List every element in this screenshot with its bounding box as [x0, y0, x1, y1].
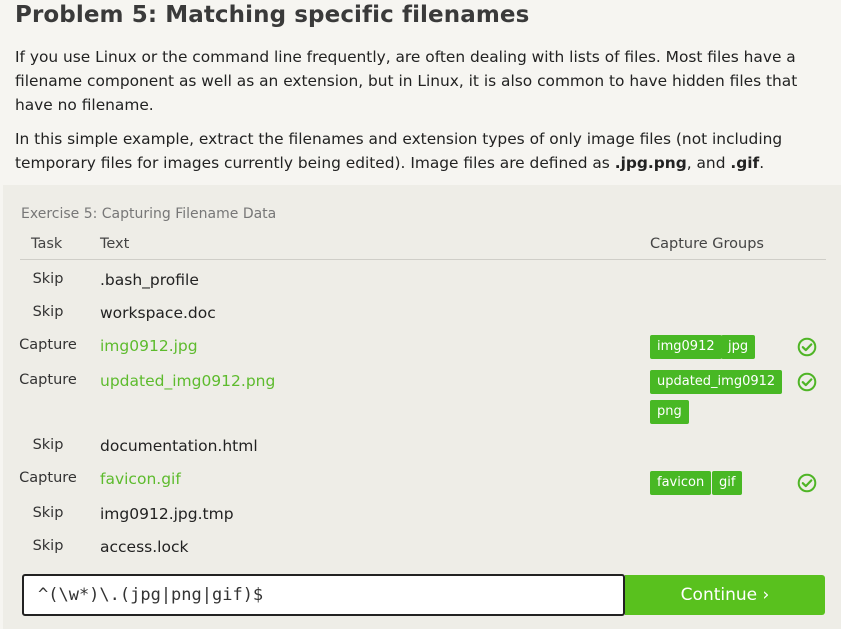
row-text: access.lock	[100, 538, 189, 556]
capture-group-chip: img0912	[650, 335, 722, 359]
exercise-title: Exercise 5: Capturing Filename Data	[21, 206, 277, 222]
task-label: Capture	[19, 337, 77, 353]
capture-group-chip: updated_img0912	[650, 370, 783, 394]
task-label: Skip	[32, 505, 64, 521]
task-label: Skip	[32, 437, 64, 453]
row-text: img0912.jpg	[100, 337, 198, 355]
task-paragraph-end: .	[759, 154, 765, 172]
page-title: Problem 5: Matching specific filenames	[15, 2, 530, 28]
ext-gif: .gif	[730, 154, 760, 172]
intro-paragraph: If you use Linux or the command line fre…	[15, 48, 798, 114]
row-text: documentation.html	[100, 437, 258, 455]
task-label: Skip	[32, 304, 64, 320]
ext-jpg: .jpg	[614, 154, 648, 172]
row-text: updated_img0912.png	[100, 372, 276, 390]
column-header-text: Text	[100, 236, 130, 252]
task-paragraph: In this simple example, extract the file…	[15, 127, 827, 175]
row-text: workspace.doc	[100, 304, 216, 322]
page: Problem 5: Matching specific filenames I…	[0, 0, 841, 629]
regex-input-box[interactable]	[22, 574, 625, 616]
capture-group-chip: png	[650, 400, 689, 424]
capture-group-chip: jpg	[721, 335, 756, 359]
exercise-panel: Exercise 5: Capturing Filename Data Task…	[3, 185, 841, 629]
check-circle-icon	[797, 337, 817, 357]
row-text: img0912.jpg.tmp	[100, 505, 234, 523]
continue-button[interactable]: Continue ›	[625, 575, 825, 615]
check-circle-icon	[797, 372, 817, 392]
column-header-capture-groups: Capture Groups	[650, 236, 764, 252]
capture-group-chip: favicon	[650, 471, 712, 495]
task-label: Capture	[19, 372, 77, 388]
column-header-task: Task	[31, 236, 63, 252]
ext-png: .png	[647, 154, 687, 172]
task-label: Capture	[19, 470, 77, 486]
task-label: Skip	[32, 271, 64, 287]
capture-group-chip: gif	[712, 471, 743, 495]
regex-input[interactable]	[24, 576, 618, 614]
header-divider	[20, 259, 826, 260]
check-circle-icon	[797, 473, 817, 493]
task-paragraph-and: , and	[686, 154, 731, 172]
row-text: favicon.gif	[100, 470, 181, 488]
task-label: Skip	[32, 538, 64, 554]
row-text: .bash_profile	[100, 271, 199, 289]
